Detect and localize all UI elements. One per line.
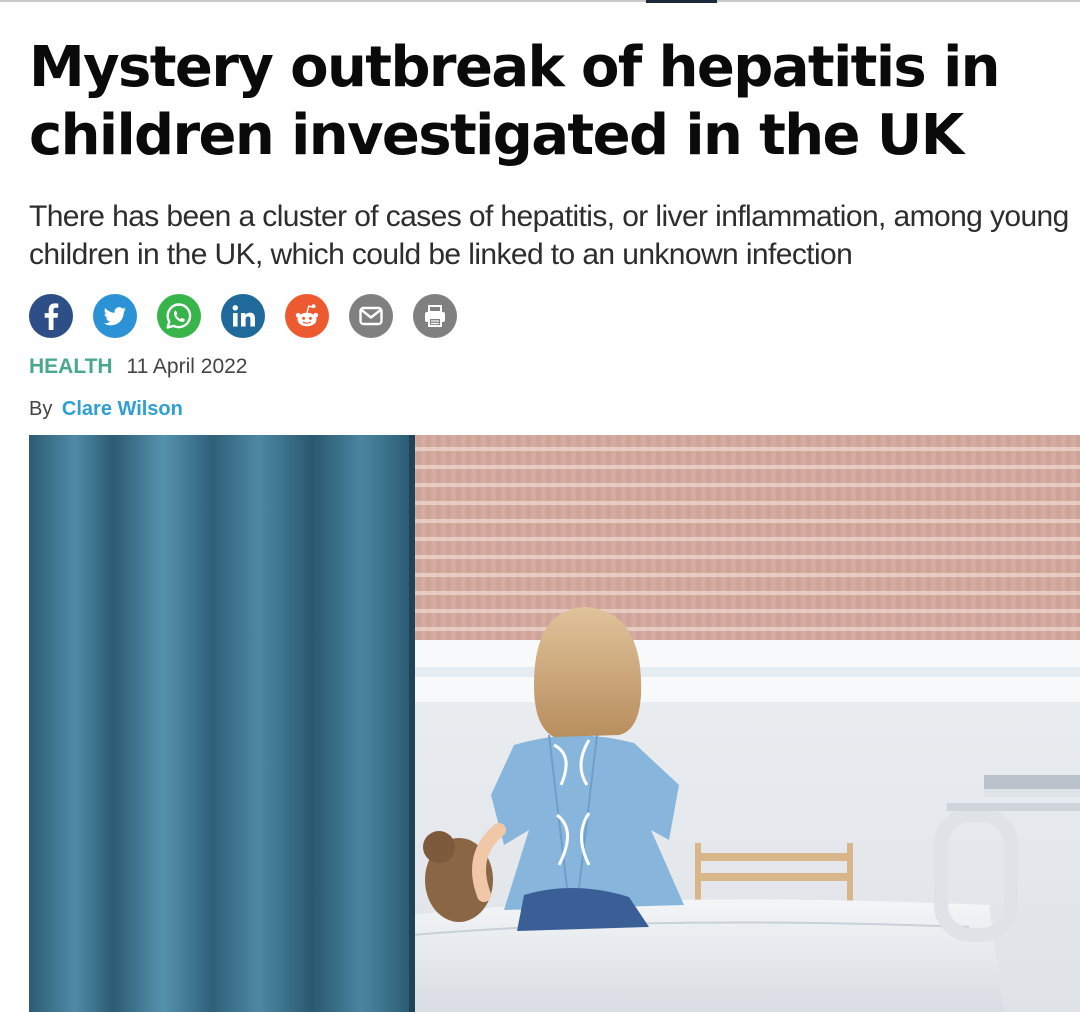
twitter-icon bbox=[103, 307, 126, 326]
standfirst-line-2: children in the UK, which could be linke… bbox=[29, 238, 853, 271]
hero-image bbox=[29, 435, 1080, 1012]
share-bar bbox=[29, 294, 457, 338]
share-facebook-button[interactable] bbox=[29, 294, 73, 338]
share-reddit-button[interactable] bbox=[285, 294, 329, 338]
share-whatsapp-button[interactable] bbox=[157, 294, 201, 338]
hero-photo-illustration bbox=[29, 435, 1080, 1012]
active-tab-marker bbox=[646, 0, 717, 3]
byline-prefix: By bbox=[29, 398, 53, 420]
share-print-button[interactable] bbox=[413, 294, 457, 338]
facebook-icon bbox=[44, 303, 59, 330]
article-meta: HEALTH 11 April 2022 bbox=[29, 354, 248, 380]
share-email-button[interactable] bbox=[349, 294, 393, 338]
linkedin-icon bbox=[232, 305, 255, 327]
article-headline: Mystery outbreak of hepatitis in childre… bbox=[29, 35, 1001, 168]
whatsapp-icon bbox=[166, 303, 192, 329]
author-link[interactable]: Clare Wilson bbox=[62, 398, 183, 420]
share-twitter-button[interactable] bbox=[93, 294, 137, 338]
article-standfirst: There has been a cluster of cases of hep… bbox=[29, 198, 1080, 278]
reddit-icon bbox=[295, 304, 319, 327]
share-linkedin-button[interactable] bbox=[221, 294, 265, 338]
print-icon bbox=[425, 305, 445, 327]
standfirst-line-1: There has been a cluster of cases of hep… bbox=[29, 200, 1069, 233]
email-icon bbox=[359, 306, 383, 326]
section-link[interactable]: HEALTH bbox=[29, 355, 113, 378]
top-rule bbox=[0, 0, 1080, 3]
byline: By Clare Wilson bbox=[29, 396, 183, 422]
publish-date: 11 April 2022 bbox=[126, 355, 248, 378]
